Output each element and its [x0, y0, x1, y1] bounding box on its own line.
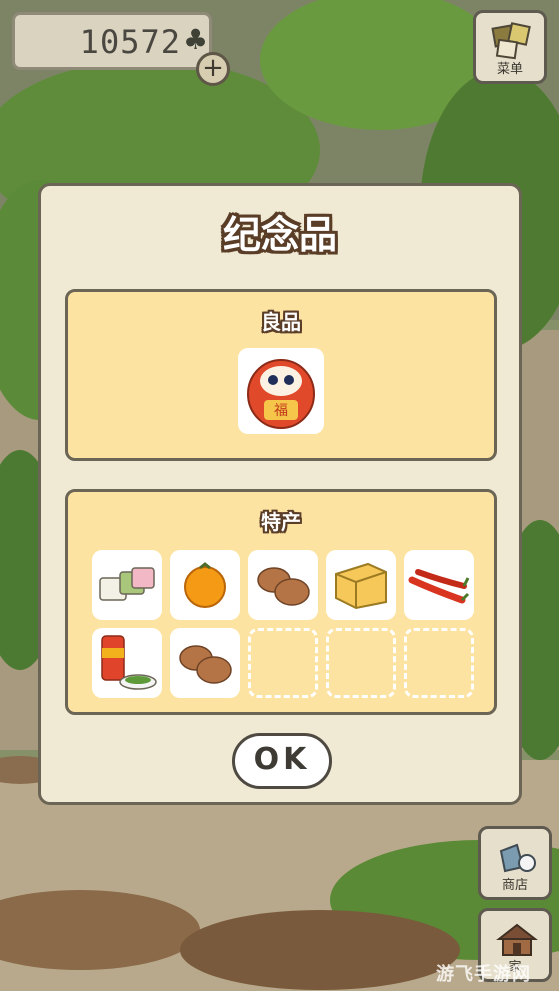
specialty-item-slot[interactable] [170, 550, 240, 620]
clover-icon: ♣ [183, 23, 209, 56]
menu-icon [491, 22, 531, 60]
chili-pepper-icon [408, 569, 470, 604]
shop-label: 商店 [501, 878, 528, 893]
empty-slot [404, 628, 474, 698]
empty-slot [326, 628, 396, 698]
house-icon [496, 923, 538, 956]
specialty-item-slot[interactable] [326, 550, 396, 620]
daruma-icon: 福 [247, 359, 315, 429]
specialty-item-slot[interactable] [92, 550, 162, 620]
menu-label: 菜单 [496, 62, 523, 77]
cheese-icon [335, 562, 387, 610]
menu-button[interactable]: 菜单 [473, 10, 547, 84]
shop-button[interactable]: 商店 [478, 826, 552, 900]
specialty-items-panel: 特产 [65, 489, 497, 715]
manju-icon [257, 567, 310, 606]
clover-counter: 10572 ♣ [12, 12, 212, 70]
souvenir-dialog: 纪念品 良品 福 特产 OK [38, 183, 522, 805]
specialty-section-title: 特产 [261, 510, 301, 534]
ok-button[interactable]: OK [232, 733, 332, 789]
specialty-item-slot[interactable] [170, 628, 240, 698]
add-clover-button[interactable]: + [196, 52, 230, 86]
svg-text:福: 福 [274, 403, 288, 419]
good-section-title: 良品 [261, 310, 301, 334]
clover-count: 10572 [79, 23, 181, 61]
watermark: 游飞手游网 [436, 964, 531, 985]
canned-tea-icon [101, 635, 157, 690]
good-item-slot[interactable]: 福 [238, 348, 324, 434]
specialty-item-slot[interactable] [92, 628, 162, 698]
dialog-title: 纪念品 [222, 213, 337, 257]
good-items-panel: 良品 福 [65, 289, 497, 461]
empty-slot [248, 628, 318, 698]
specialty-item-slot[interactable] [404, 550, 474, 620]
orange-icon [184, 562, 226, 608]
specialty-item-slot[interactable] [248, 550, 318, 620]
shop-bag-icon [499, 843, 536, 873]
steamed-buns-icon [179, 645, 232, 684]
mochi-icon [99, 567, 155, 601]
